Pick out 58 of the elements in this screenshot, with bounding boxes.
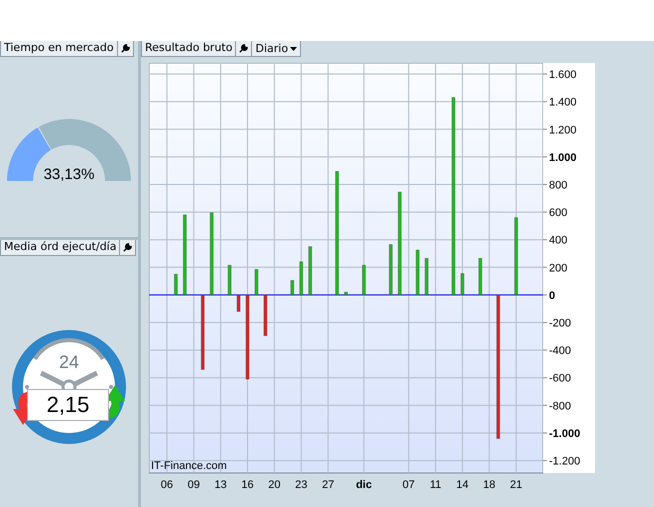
bar bbox=[424, 258, 428, 296]
x-tick-label: 06 bbox=[160, 479, 174, 491]
x-tick-label: 23 bbox=[295, 479, 308, 491]
wrench-icon bbox=[120, 44, 130, 53]
bar bbox=[416, 250, 420, 296]
clock-reading: 2,15 bbox=[27, 388, 109, 420]
y-tick-label: -1.200 bbox=[549, 456, 580, 468]
x-tick-label: 18 bbox=[483, 479, 496, 491]
y-tick-label: -200 bbox=[549, 318, 572, 330]
y-tick-label: 1.000 bbox=[549, 152, 577, 164]
period-dropdown[interactable]: Diario bbox=[252, 41, 302, 57]
y-tick-label: -800 bbox=[549, 400, 572, 412]
y-tick-label: 200 bbox=[549, 262, 568, 274]
x-tick-label: 13 bbox=[214, 479, 227, 491]
y-tick-label: 600 bbox=[549, 207, 568, 220]
watermark: IT-Finance.com bbox=[151, 460, 227, 472]
x-tick-label: 14 bbox=[456, 479, 469, 491]
y-tick-label: -1.000 bbox=[549, 428, 580, 440]
settings-button[interactable] bbox=[118, 41, 134, 57]
settings-button[interactable] bbox=[236, 41, 252, 57]
panel-title: Resultado bruto bbox=[141, 41, 236, 57]
bar bbox=[264, 294, 268, 336]
caret-icon bbox=[290, 46, 298, 50]
y-tick-label: -600 bbox=[549, 372, 572, 385]
y-tick-label: 800 bbox=[549, 179, 568, 192]
bar bbox=[236, 294, 240, 312]
x-tick-label: dic bbox=[356, 479, 372, 491]
bar bbox=[344, 292, 348, 296]
bar bbox=[388, 244, 393, 296]
bar bbox=[299, 261, 304, 296]
x-tick-label: 16 bbox=[241, 479, 254, 491]
wrench-icon bbox=[123, 243, 132, 252]
settings-button[interactable] bbox=[120, 240, 136, 256]
x-tick-label: 20 bbox=[268, 479, 280, 491]
bar bbox=[478, 258, 482, 296]
y-tick-label: 400 bbox=[549, 234, 568, 247]
y-tick-label: 1.200 bbox=[549, 124, 577, 136]
panel-title: Tiempo en mercado bbox=[0, 41, 118, 57]
x-tick-label: 21 bbox=[510, 479, 522, 491]
bar bbox=[460, 273, 464, 296]
y-tick-label: 1.400 bbox=[549, 96, 577, 109]
y-tick-label: 1.600 bbox=[549, 69, 577, 82]
x-tick-label: 27 bbox=[322, 479, 334, 491]
bar bbox=[174, 274, 178, 296]
bar bbox=[308, 246, 312, 296]
gauge-reading: 33,13% bbox=[42, 166, 96, 183]
clock-label: 24 bbox=[59, 352, 80, 372]
bar bbox=[290, 280, 294, 296]
x-tick-label: 09 bbox=[188, 479, 200, 491]
wrench-icon bbox=[239, 44, 248, 53]
bar bbox=[228, 264, 232, 296]
y-tick-label: 0 bbox=[549, 290, 556, 302]
bar bbox=[254, 268, 258, 296]
x-tick-label: 11 bbox=[430, 479, 442, 491]
bar bbox=[362, 264, 366, 296]
panel-title: Media órd ejecut/día bbox=[0, 240, 120, 256]
y-tick-label: -400 bbox=[549, 345, 572, 358]
x-tick-label: 07 bbox=[402, 479, 415, 491]
